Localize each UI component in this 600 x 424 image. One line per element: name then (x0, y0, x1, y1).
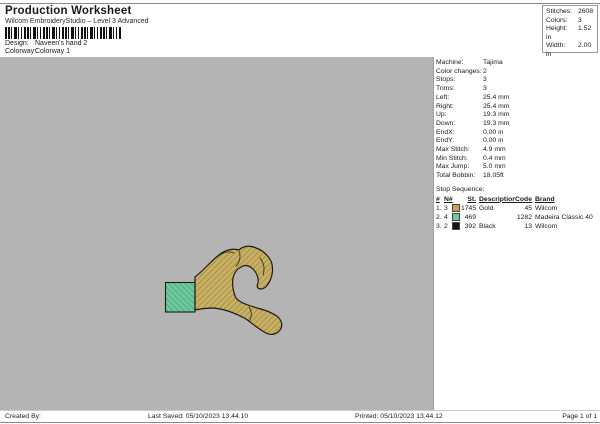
info-row: Max Jump: 5.0 mm (436, 163, 506, 171)
production-worksheet-page: Production Worksheet Wilcom EmbroiderySt… (0, 0, 600, 424)
stat-row: Stitches: 2608 (546, 8, 594, 15)
design-name: Naveen's hand 2 (35, 40, 88, 47)
created-by-label: Created By: (5, 413, 41, 420)
worksheet-footer: Created By: Last Saved: 05/10/2023 13.44… (0, 410, 600, 423)
barcode-icon (5, 27, 122, 39)
info-row: Trims: 3 (436, 85, 487, 93)
design-label: Design: (5, 40, 29, 47)
last-saved-label: Last Saved: 05/10/2023 13.44.10 (148, 413, 249, 420)
cuff-shape (164, 281, 196, 313)
info-row: EndX: 0.00 in (436, 128, 504, 136)
stop-sequence-row: 2. 4 469 1282 Madeira Classic 40 (436, 212, 593, 221)
stat-row: Colors: 3 (546, 16, 582, 24)
thread-color-swatch (452, 221, 460, 230)
info-row: Stops: 3 (436, 76, 487, 84)
info-row: Max Stitch: 4.9 mm (436, 146, 506, 154)
info-row: EndY: 0.00 in (436, 137, 504, 145)
hand-embroidery-design (164, 245, 283, 336)
design-canvas (0, 57, 434, 410)
stop-sequence-header-row: # N# St. Description Code Brand (436, 195, 555, 203)
printed-label: Printed: 05/10/2023 13.44.12 (355, 413, 443, 420)
stat-row: Height: 1.52 in (546, 25, 592, 41)
page-title: Production Worksheet (5, 5, 132, 17)
hand-shape (194, 245, 283, 336)
stop-sequence-title: Stop Sequence: (436, 185, 485, 193)
thread-color-swatch (452, 212, 460, 221)
info-row: Total Bobbin: 18.05ft (436, 172, 504, 180)
info-row: Right: 25.4 mm (436, 102, 510, 110)
info-row: Left: 25.4 mm (436, 93, 510, 101)
stop-sequence-row: 3. 2 392 Black 13 Wilcom (436, 221, 558, 230)
stop-sequence-row: 1. 3 1745 Gold 45 Wilcom (436, 203, 558, 212)
info-row: Min Stitch: 0.4 mm (436, 154, 506, 162)
colorway-label: Colorway: (5, 48, 37, 55)
thread-color-swatch (452, 203, 460, 212)
worksheet-header: Production Worksheet Wilcom EmbroiderySt… (0, 3, 600, 67)
colorway-name: Colorway 1 (35, 48, 71, 55)
colorway-row: Colorway:Colorway 1 (5, 48, 70, 55)
machine-info-panel: Machine: Tajima Color changes:2 Stops: 3 T… (434, 57, 600, 410)
info-row: Machine: Tajima (436, 59, 503, 66)
design-stats-box: Stitches: 2608 Colors: 3 Height: 1.52 in Wi… (542, 5, 598, 67)
info-row: Color changes:2 (436, 67, 487, 75)
app-subtitle: Wilcom EmbroideryStudio – Level 3 Advanc… (5, 18, 149, 25)
design-row: Design: Naveen's hand 2 (5, 40, 87, 47)
page-number: Page 1 of 1 (562, 413, 597, 420)
info-row: Up: 19.3 mm (436, 111, 510, 119)
info-row: Down: 19.3 mm (436, 119, 510, 127)
